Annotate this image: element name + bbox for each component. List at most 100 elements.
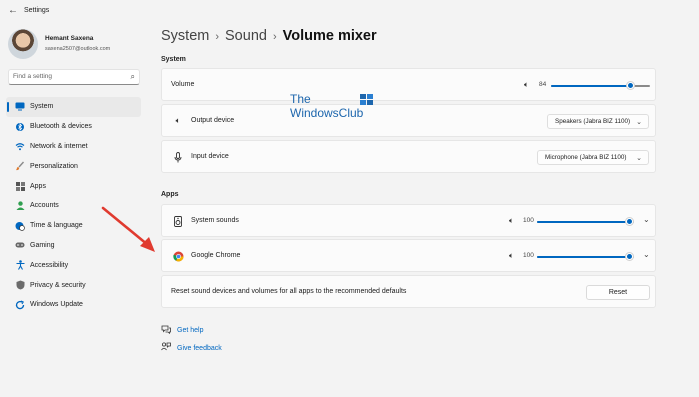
sidebar-item-label: Apps [30,182,46,190]
globe-clock-icon [15,221,25,231]
system-sounds-icon [172,215,184,227]
section-label-system: System [161,56,186,63]
feedback-icon [161,342,173,354]
sidebar-item-accessibility[interactable]: Accessibility [6,255,141,275]
bluetooth-icon [15,122,25,132]
breadcrumb-system[interactable]: System [161,28,209,44]
reset-description: Reset sound devices and volumes for all … [171,288,407,295]
user-name: Hemant Saxena [45,35,94,42]
output-device-label: Output device [191,117,235,124]
sidebar-item-label: Accessibility [30,261,69,269]
chevron-down-icon: ⌄ [636,119,642,126]
slider-fill [537,221,630,223]
slider-fill [537,256,630,258]
input-device-dropdown[interactable]: Microphone (Jabra BIZ 1100) ⌄ [537,150,649,165]
annotation-arrow [101,206,155,252]
chevron-right-icon: › [272,31,277,43]
app-volume-value: 100 [523,252,534,259]
give-feedback-label[interactable]: Give feedback [177,345,222,352]
chevron-down-icon[interactable]: ⌄ [643,215,650,224]
sidebar-item-label: Time & language [30,222,83,230]
speaker-icon[interactable]: 🔈︎ [524,80,529,90]
apps-icon [15,181,25,191]
search-placeholder: Find a setting [13,73,53,80]
sidebar-item-windows-update[interactable]: Windows Update [6,295,141,315]
speaker-icon[interactable]: 🔈︎ [509,251,514,261]
back-arrow-icon[interactable]: ← [8,5,18,16]
section-label-apps: Apps [161,191,179,198]
chrome-icon [172,250,184,262]
chevron-down-icon[interactable]: ⌄ [643,250,650,259]
input-device-card[interactable]: Input device Microphone (Jabra BIZ 1100)… [161,140,656,173]
microphone-icon [172,151,184,163]
watermark-line2: WindowsClub [290,106,364,120]
app-card-google-chrome: Google Chrome 🔈︎ 100 ⌄ [161,239,656,272]
app-label: Google Chrome [191,252,241,259]
sidebar-item-system[interactable]: System [6,97,141,117]
app-label: System sounds [191,217,239,224]
update-icon [15,300,25,310]
sidebar-item-personalization[interactable]: Personalization [6,156,141,176]
sidebar-item-apps[interactable]: Apps [6,176,141,196]
app-volume-slider[interactable] [537,216,634,228]
breadcrumb: System › Sound › Volume mixer [161,28,377,44]
sidebar-item-label: Gaming [30,241,55,249]
sidebar-item-label: System [30,103,54,111]
chevron-right-icon: › [215,31,220,43]
sidebar-item-label: Network & internet [30,142,88,150]
watermark: The WindowsClub [290,92,380,124]
output-device-value: Speakers (Jabra BIZ 1100) [555,118,631,125]
slider-fill [551,85,631,87]
person-icon [15,201,25,211]
page-title: Volume mixer [282,28,377,44]
sidebar-item-label: Personalization [30,162,78,170]
search-input[interactable]: Find a setting ⌕ [8,69,140,85]
speaker-icon: 🔈︎ [175,116,181,125]
get-help-label[interactable]: Get help [177,327,203,334]
slider-thumb[interactable] [627,82,634,89]
volume-label: Volume [171,81,195,88]
output-device-dropdown[interactable]: Speakers (Jabra BIZ 1100) ⌄ [547,114,649,129]
search-icon: ⌕ [130,72,135,81]
app-card-system-sounds: System sounds 🔈︎ 100 ⌄ [161,204,656,237]
window-title: Settings [24,7,50,14]
sidebar-item-label: Privacy & security [30,281,86,289]
help-icon [161,325,173,336]
reset-button[interactable]: Reset [586,285,650,300]
output-device-card[interactable]: 🔈︎ Output device Speakers (Jabra BIZ 110… [161,104,656,137]
volume-card: Volume 🔈︎ 84 [161,68,656,101]
breadcrumb-sound[interactable]: Sound [225,28,267,44]
sidebar-item-privacy-security[interactable]: Privacy & security [6,275,141,295]
sidebar-item-label: Windows Update [30,301,83,309]
main-content: System › Sound › Volume mixer System Volume … [160,24,690,397]
sidebar-item-label: Bluetooth & devices [30,123,92,131]
user-email: saxena2507@outlook.com [45,46,111,52]
sidebar-item-label: Accounts [30,202,59,210]
chevron-down-icon: ⌄ [636,155,642,162]
volume-slider[interactable] [551,80,650,92]
gamepad-icon [15,240,25,250]
input-device-value: Microphone (Jabra BIZ 1100) [545,154,627,161]
app-volume-slider[interactable] [537,251,634,263]
accessibility-icon [15,260,25,271]
reset-card: Reset sound devices and volumes for all … [161,275,656,308]
slider-thumb[interactable] [626,253,633,260]
input-device-label: Input device [191,153,229,160]
get-help-link[interactable]: Get help [161,325,203,336]
watermark-line1: The [290,92,311,106]
brush-icon [15,161,25,171]
title-bar: ← Settings [0,0,699,24]
volume-value: 84 [539,81,547,88]
windowsclub-logo [360,94,373,105]
app-volume-value: 100 [523,217,534,224]
slider-thumb[interactable] [626,218,633,225]
monitor-icon [15,102,25,112]
wifi-icon [15,141,25,151]
sidebar-item-network[interactable]: Network & internet [6,137,141,157]
avatar [8,29,38,59]
give-feedback-link[interactable]: Give feedback [161,342,222,354]
user-profile[interactable]: Hemant Saxena saxena2507@outlook.com [8,29,148,63]
shield-icon [15,280,25,290]
speaker-icon[interactable]: 🔈︎ [509,216,514,226]
sidebar-item-bluetooth[interactable]: Bluetooth & devices [6,117,141,137]
